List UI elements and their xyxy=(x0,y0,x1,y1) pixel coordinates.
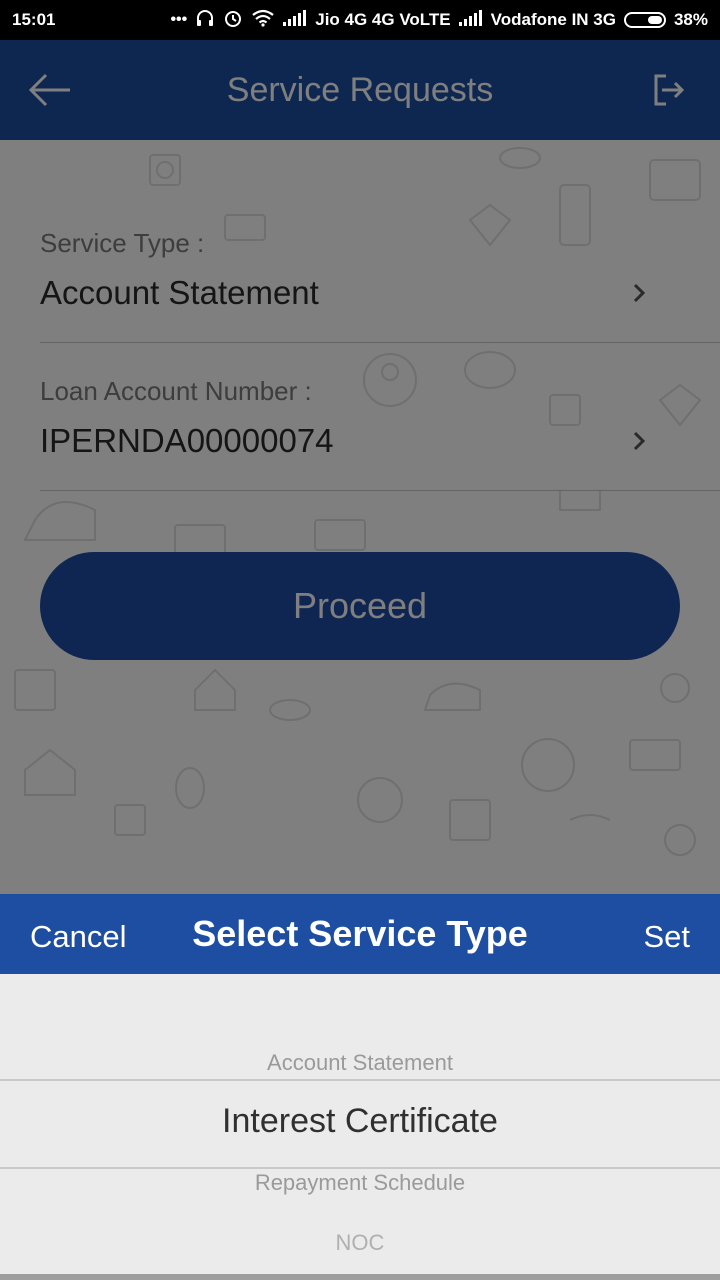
status-indicators: ••• Jio 4G 4G VoLTE Vodafone IN 3G 38% xyxy=(170,8,708,33)
signal-icon xyxy=(283,9,307,31)
picker-header: Cancel Select Service Type Set xyxy=(0,894,720,974)
selection-divider-bottom xyxy=(0,1167,720,1169)
set-button[interactable]: Set xyxy=(643,894,690,974)
status-bar: 15:01 ••• Jio 4G 4G VoLTE Vodafone IN 3G… xyxy=(0,0,720,40)
status-time: 15:01 xyxy=(12,10,56,29)
picker-option[interactable]: NOC xyxy=(0,1230,720,1256)
carrier-2: Vodafone IN 3G xyxy=(490,10,616,29)
service-type-picker[interactable]: Account Statement Interest Certificate R… xyxy=(0,974,720,1280)
battery-icon xyxy=(623,12,666,28)
picker-option-selected[interactable]: Interest Certificate xyxy=(0,1102,720,1141)
dim-overlay[interactable] xyxy=(0,40,720,894)
selection-divider-top xyxy=(0,1079,720,1081)
bottom-edge xyxy=(0,1274,720,1280)
more-dots-icon: ••• xyxy=(170,11,188,28)
alarm-icon xyxy=(223,8,243,33)
signal-icon xyxy=(458,9,483,31)
carrier-1: Jio 4G 4G VoLTE xyxy=(315,10,451,29)
wifi-icon xyxy=(251,9,275,32)
picker-option[interactable]: Repayment Schedule xyxy=(0,1170,720,1196)
battery-percent: 38% xyxy=(673,10,708,29)
headphones-icon xyxy=(195,9,215,32)
picker-option[interactable]: Account Statement xyxy=(0,1050,720,1076)
cancel-button[interactable]: Cancel xyxy=(30,894,127,974)
